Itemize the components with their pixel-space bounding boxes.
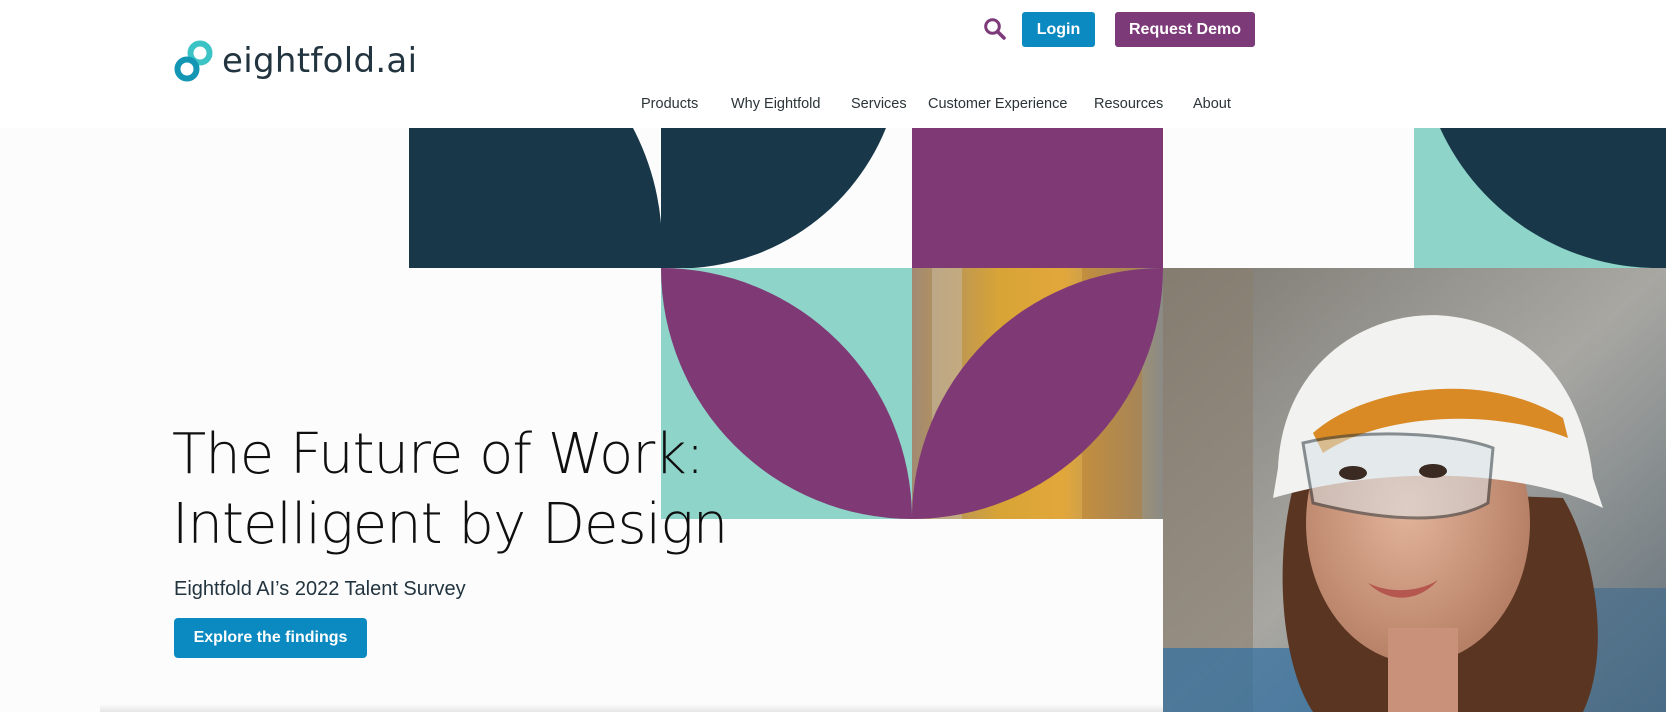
hero-photo-tile bbox=[912, 268, 1163, 519]
section-divider-shadow bbox=[100, 704, 1163, 712]
hero-subheadline: Eightfold AI’s 2022 Talent Survey bbox=[174, 578, 466, 600]
hero-headline-line1: The Future of Work: bbox=[172, 422, 705, 487]
hero-headline-line2: Intelligent by Design bbox=[172, 492, 728, 557]
hero-section: The Future of Work: Intelligent by Desig… bbox=[0, 128, 1666, 712]
brand-name: eightfold.ai bbox=[222, 41, 418, 81]
eightfold-logo-icon bbox=[174, 40, 213, 82]
nav-item-services[interactable]: Services bbox=[851, 96, 907, 112]
photo-tile-graphic bbox=[912, 268, 1163, 519]
nav-item-resources[interactable]: Resources bbox=[1094, 96, 1163, 112]
nav-item-about[interactable]: About bbox=[1193, 96, 1231, 112]
nav-item-products[interactable]: Products bbox=[641, 96, 698, 112]
hero-headline: The Future of Work: Intelligent by Desig… bbox=[172, 420, 728, 560]
search-icon[interactable] bbox=[982, 16, 1008, 42]
nav-item-why-eightfold[interactable]: Why Eightfold bbox=[731, 96, 820, 112]
nav-item-customer-experience[interactable]: Customer Experience bbox=[928, 96, 1067, 112]
brand-logo[interactable]: eightfold.ai bbox=[172, 38, 417, 84]
login-button[interactable]: Login bbox=[1022, 12, 1095, 47]
explore-findings-button[interactable]: Explore the findings bbox=[174, 618, 367, 658]
hero-photo-worker bbox=[1163, 268, 1666, 712]
request-demo-button[interactable]: Request Demo bbox=[1115, 12, 1255, 47]
worker-photo bbox=[1163, 268, 1666, 712]
site-header: eightfold.ai Login Request Demo Products… bbox=[0, 0, 1666, 128]
